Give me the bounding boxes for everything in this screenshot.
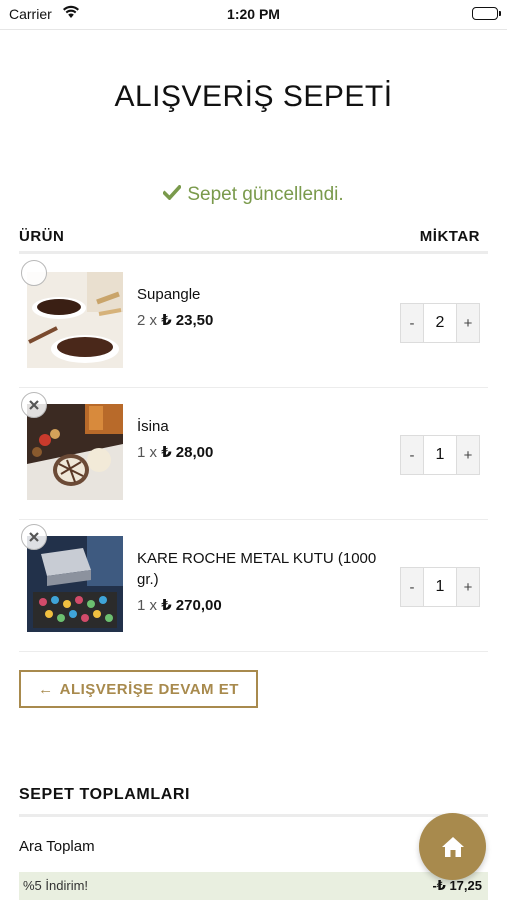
discount-row: %5 İndirim! -₺ 17,25	[19, 872, 488, 900]
page-title: ALIŞVERİŞ SEPETİ	[114, 80, 393, 113]
product-image-supangle[interactable]	[27, 272, 123, 368]
cart-totals-title: SEPET TOPLAMLARI	[19, 786, 191, 803]
remove-item-button[interactable]	[21, 392, 47, 418]
decrease-quantity-button[interactable]: -	[401, 436, 423, 474]
product-image-isina[interactable]	[27, 404, 123, 500]
remove-item-button[interactable]	[21, 260, 47, 286]
unit-price: ₺ 23,50	[161, 312, 214, 329]
check-icon	[162, 184, 183, 206]
subtotal-label: Ara Toplam	[19, 838, 95, 855]
notice-text: Sepet güncellendi.	[187, 184, 344, 205]
quantity-input[interactable]: 1	[423, 436, 457, 474]
status-bar: Carrier 1:20 PM	[0, 0, 507, 30]
quantity-column-header: MİKTAR	[419, 228, 480, 245]
unit-price: ₺ 270,00	[161, 597, 222, 614]
remove-item-button[interactable]	[21, 524, 47, 550]
home-icon	[441, 836, 464, 857]
quantity-input[interactable]: 1	[423, 568, 457, 606]
product-name[interactable]: İsina	[137, 416, 387, 437]
continue-shopping-button[interactable]: ← ALIŞVERİŞE DEVAM ET	[19, 670, 258, 708]
cart-item: KARE ROCHE METAL KUTU (1000 gr.) 1 x ₺ 2…	[19, 520, 488, 652]
price-line: 1 x ₺ 28,00	[137, 443, 387, 461]
product-column-header: ÜRÜN	[19, 228, 65, 245]
continue-shopping-label: ALIŞVERİŞE DEVAM ET	[59, 680, 239, 698]
product-image-kare-roche[interactable]	[27, 536, 123, 632]
price-line: 1 x ₺ 270,00	[137, 596, 387, 614]
cart-updated-notice: Sepet güncellendi.	[0, 184, 507, 206]
product-name[interactable]: Supangle	[137, 284, 387, 305]
clock: 1:20 PM	[227, 6, 280, 22]
price-line: 2 x ₺ 23,50	[137, 311, 387, 329]
quantity-stepper: - 2 +	[400, 303, 480, 343]
cart-item: İsina 1 x ₺ 28,00 - 1 +	[19, 388, 488, 520]
divider	[19, 814, 488, 817]
subtotal-row: Ara Toplam	[19, 838, 488, 872]
quantity-stepper: - 1 +	[400, 567, 480, 607]
increase-quantity-button[interactable]: +	[457, 436, 479, 474]
increase-quantity-button[interactable]: +	[457, 568, 479, 606]
cart-item: Supangle 2 x ₺ 23,50 - 2 +	[19, 256, 488, 388]
close-icon	[29, 532, 39, 542]
quantity-input[interactable]: 2	[423, 304, 457, 342]
unit-price: ₺ 28,00	[161, 444, 214, 461]
quantity-prefix: 2 x	[137, 312, 158, 329]
quantity-prefix: 1 x	[137, 444, 158, 461]
close-icon	[29, 400, 39, 410]
quantity-stepper: - 1 +	[400, 435, 480, 475]
discount-label: %5 İndirim!	[23, 878, 89, 893]
product-name[interactable]: KARE ROCHE METAL KUTU (1000 gr.)	[137, 548, 387, 590]
discount-amount: -₺ 17,25	[432, 878, 482, 893]
home-button[interactable]	[419, 813, 486, 880]
arrow-left-icon: ←	[38, 680, 54, 698]
cart-table-header: ÜRÜN MİKTAR	[19, 226, 488, 254]
increase-quantity-button[interactable]: +	[457, 304, 479, 342]
battery-icon	[472, 7, 501, 20]
quantity-prefix: 1 x	[137, 597, 158, 614]
decrease-quantity-button[interactable]: -	[401, 568, 423, 606]
decrease-quantity-button[interactable]: -	[401, 304, 423, 342]
